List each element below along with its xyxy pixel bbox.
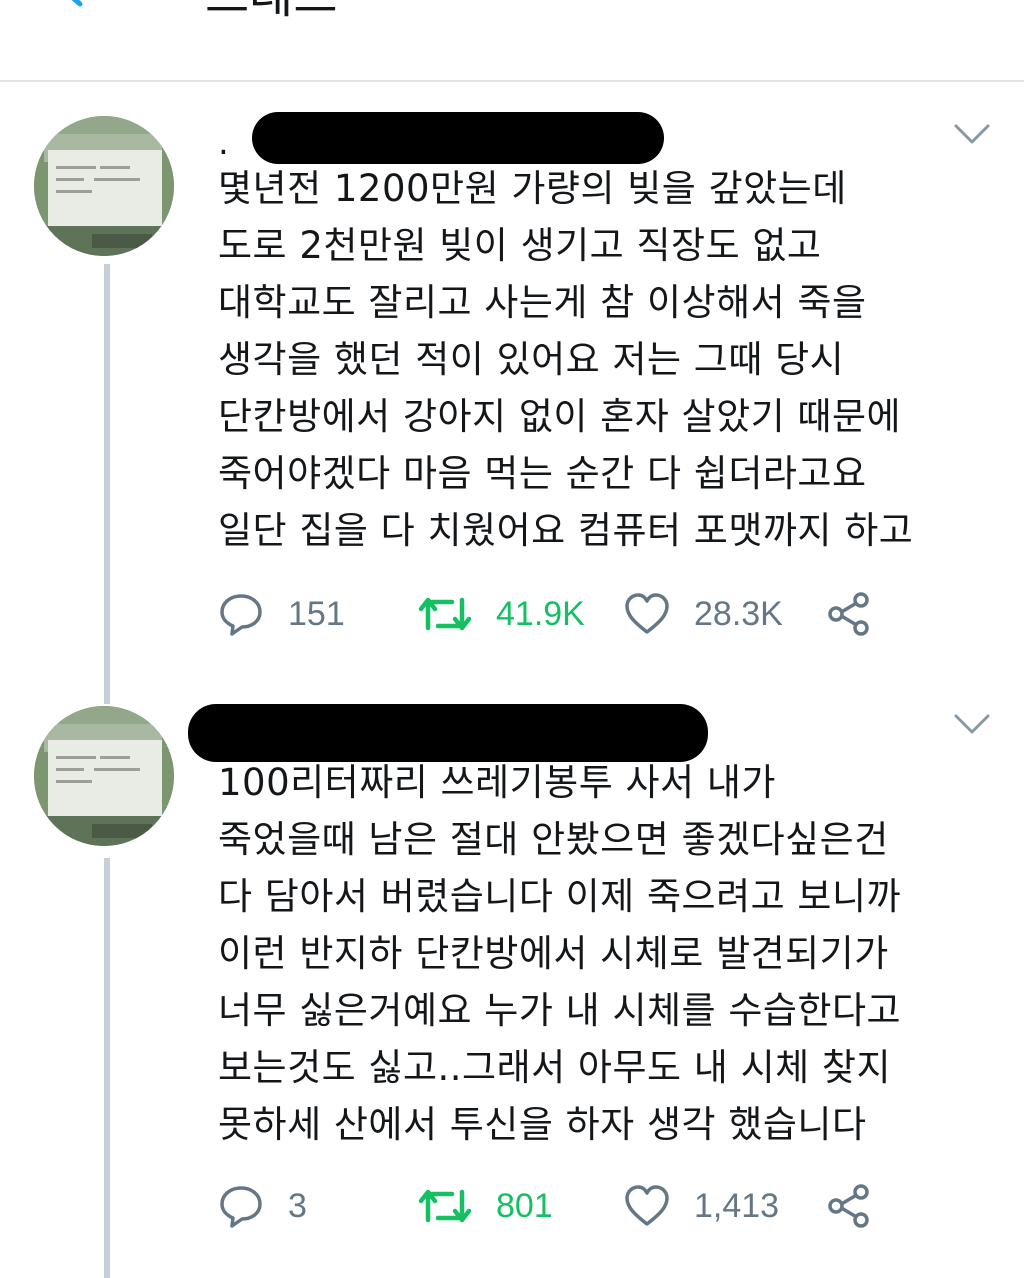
reply-icon (220, 1186, 262, 1228)
like-button[interactable]: 1,413 (624, 1184, 779, 1228)
redacted-username (252, 112, 664, 164)
reply-count: 151 (288, 594, 345, 633)
chevron-down-icon[interactable] (952, 712, 992, 736)
like-icon (625, 1185, 669, 1226)
avatar[interactable] (34, 706, 174, 846)
thread-connector-line (104, 858, 110, 1278)
share-button[interactable] (826, 592, 872, 636)
reply-icon (220, 594, 262, 636)
chevron-down-icon[interactable] (952, 122, 992, 146)
tweet-text: 몇년전 1200만원 가량의 빚을 갚았는데 도로 2천만원 빚이 생기고 직장… (218, 167, 914, 552)
like-count: 28.3K (694, 594, 783, 633)
retweet-icon (418, 597, 472, 631)
tweet-text: 100리터짜리 쓰레기봉투 사서 내가 죽었을때 남은 절대 안봤으면 좋겠다싶… (218, 761, 902, 1146)
page-title: 스레드 (205, 0, 337, 26)
retweet-count: 41.9K (496, 594, 585, 633)
thread-header: 스레드 (0, 0, 1024, 82)
share-icon (828, 1184, 869, 1228)
reply-count: 3 (288, 1186, 307, 1225)
share-button[interactable] (826, 1184, 872, 1228)
retweet-button[interactable]: 41.9K (418, 592, 585, 636)
tweet-actions: 151 41.9K 28.3K (218, 592, 998, 636)
tweet-actions: 3 801 1,413 (218, 1184, 998, 1228)
retweet-count: 801 (496, 1186, 553, 1225)
reply-button[interactable]: 3 (218, 1184, 307, 1228)
share-icon (828, 592, 869, 636)
avatar[interactable] (34, 116, 174, 256)
retweet-icon (418, 1189, 472, 1223)
like-button[interactable]: 28.3K (624, 592, 783, 636)
reply-button[interactable]: 151 (218, 592, 345, 636)
retweet-button[interactable]: 801 (418, 1184, 553, 1228)
username-prefix: . (218, 123, 229, 163)
like-count: 1,413 (694, 1186, 780, 1225)
back-arrow-icon[interactable] (60, 0, 110, 18)
like-icon (625, 593, 669, 634)
thread-connector-line (104, 264, 110, 704)
